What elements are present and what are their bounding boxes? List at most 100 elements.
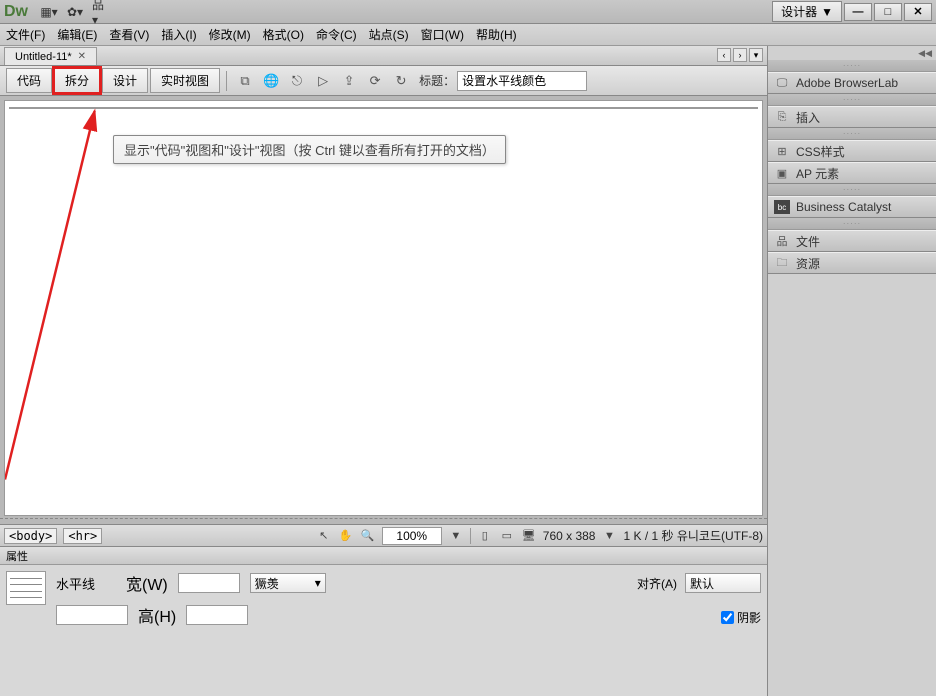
tag-hr[interactable]: <hr> [63, 528, 102, 544]
split-handle[interactable] [0, 518, 767, 522]
panel-label: AP 元素 [796, 165, 839, 182]
css-icon: ⊞ [774, 144, 790, 158]
menu-command[interactable]: 命令(C) [316, 26, 357, 43]
ap-icon: ▣ [774, 166, 790, 180]
bc-icon: bc [774, 200, 790, 214]
dropdown-icon[interactable]: ▼ [448, 528, 464, 544]
pointer-icon[interactable]: ↖ [316, 528, 332, 544]
unit-select[interactable]: 獗羡 ▾ [250, 573, 326, 593]
insert-icon: ⎘ [774, 110, 790, 124]
status-bar: <body> <hr> ↖ ✋ 🔍 ▼ ▯ ▭ 🖥 760 x 388 ▼ 1 … [0, 524, 767, 546]
document-area: Untitled-11* ✕ ‹ › ▾ 代码 拆分 设计 实时视图 ⧉ 🌐 ⎋… [0, 46, 768, 696]
element-type-label: 水平线 [56, 574, 116, 593]
tag-body[interactable]: <body> [4, 528, 57, 544]
panel-files[interactable]: 品 文件 [768, 230, 936, 252]
shadow-label: 阴影 [737, 609, 761, 626]
device-phone-icon[interactable]: ▯ [477, 528, 493, 544]
document-title-input[interactable] [457, 71, 587, 91]
document-tab[interactable]: Untitled-11* ✕ [4, 47, 97, 65]
app-logo: Dw [4, 3, 28, 21]
tooltip: 显示"代码"视图和"设计"视图（按 Ctrl 键以查看所有打开的文档） [113, 135, 506, 164]
main-area: Untitled-11* ✕ ‹ › ▾ 代码 拆分 设计 实时视图 ⧉ 🌐 ⎋… [0, 46, 936, 696]
sync-icon[interactable]: ⟳ [365, 71, 385, 91]
align-label: 对齐(A) [637, 575, 677, 592]
panel-label: Adobe BrowserLab [796, 76, 898, 90]
panel-browserlab[interactable]: 🖵 Adobe BrowserLab [768, 72, 936, 94]
split-view-button[interactable]: 拆分 [54, 68, 100, 93]
app-titlebar: Dw ▦▾ ✿▾ 品▾ 设计器 ▼ — □ ✕ [0, 0, 936, 24]
view-toolbar: 代码 拆分 设计 实时视图 ⧉ 🌐 ⎋ ▷ ⇪ ⟳ ↻ 标题： [0, 66, 767, 96]
panel-ap[interactable]: ▣ AP 元素 [768, 162, 936, 184]
height-input[interactable] [186, 605, 248, 625]
align-select[interactable]: 默认 [685, 573, 761, 593]
panel-insert[interactable]: ⎘ 插入 [768, 106, 936, 128]
menu-bar: 文件(F) 编辑(E) 查看(V) 插入(I) 修改(M) 格式(O) 命令(C… [0, 24, 936, 46]
design-canvas[interactable]: 显示"代码"视图和"设计"视图（按 Ctrl 键以查看所有打开的文档） [4, 100, 763, 516]
hand-icon[interactable]: ✋ [338, 528, 354, 544]
width-label: 宽(W) [126, 571, 168, 595]
files-icon: 品 [774, 234, 790, 248]
workspace-switcher[interactable]: 设计器 ▼ [772, 1, 842, 22]
panel-css[interactable]: ⊞ CSS样式 [768, 140, 936, 162]
size-encoding-text: 1 K / 1 秒 유니코드(UTF-8) [623, 527, 763, 544]
caret-down-icon: ▼ [821, 5, 833, 19]
device-tablet-icon[interactable]: ▭ [499, 528, 515, 544]
maximize-button[interactable]: □ [874, 3, 902, 21]
tab-menu-icon[interactable]: ▾ [749, 48, 763, 62]
menu-site[interactable]: 站点(S) [369, 26, 409, 43]
assets-icon: 🗀 [774, 256, 790, 270]
live-view-button[interactable]: 实时视图 [150, 68, 220, 93]
sitemap-icon[interactable]: 品▾ [92, 3, 110, 21]
layout-icon[interactable]: ▦▾ [40, 3, 58, 21]
shadow-checkbox[interactable] [721, 611, 734, 624]
hr-element-icon [6, 571, 46, 605]
extension-icon[interactable]: ✿▾ [66, 3, 84, 21]
minimize-button[interactable]: — [844, 3, 872, 21]
properties-panel: 属性 水平线 宽(W) 獗羡 ▾ 对齐(A) [0, 546, 767, 696]
panel-label: CSS样式 [796, 143, 845, 160]
menu-window[interactable]: 窗口(W) [421, 26, 464, 43]
globe-icon[interactable]: 🌐 [261, 71, 281, 91]
menu-help[interactable]: 帮助(H) [476, 26, 517, 43]
panel-label: 插入 [796, 109, 820, 126]
workspace-label: 设计器 [781, 3, 817, 20]
id-input[interactable] [56, 605, 128, 625]
height-label: 高(H) [138, 603, 176, 627]
separator [226, 71, 227, 91]
zoom-input[interactable] [382, 527, 442, 545]
code-view-button[interactable]: 代码 [6, 68, 52, 93]
dimensions-text: 760 x 388 [543, 529, 596, 543]
panel-collapse-icon[interactable]: ◀◀ [918, 48, 932, 58]
menu-modify[interactable]: 修改(M) [209, 26, 251, 43]
play-icon[interactable]: ▷ [313, 71, 333, 91]
document-tabbar: Untitled-11* ✕ ‹ › ▾ [0, 46, 767, 66]
unit-label: 獗羡 [255, 575, 279, 592]
menu-file[interactable]: 文件(F) [6, 26, 45, 43]
zoom-icon[interactable]: 🔍 [360, 528, 376, 544]
align-value: 默认 [690, 575, 714, 592]
menu-edit[interactable]: 编辑(E) [57, 26, 97, 43]
dims-caret-icon[interactable]: ▼ [601, 528, 617, 544]
properties-title: 属性 [0, 547, 767, 565]
panel-assets[interactable]: 🗀 资源 [768, 252, 936, 274]
menu-format[interactable]: 格式(O) [263, 26, 304, 43]
panel-bc[interactable]: bc Business Catalyst [768, 196, 936, 218]
design-view-button[interactable]: 设计 [102, 68, 148, 93]
panel-label: Business Catalyst [796, 200, 891, 214]
doc-tab-label: Untitled-11* [15, 51, 72, 63]
menu-insert[interactable]: 插入(I) [161, 26, 196, 43]
menu-view[interactable]: 查看(V) [109, 26, 149, 43]
inspect-icon[interactable]: ⧉ [235, 71, 255, 91]
close-tab-icon[interactable]: ✕ [78, 51, 86, 62]
panel-label: 资源 [796, 255, 820, 272]
tab-next-icon[interactable]: › [733, 48, 747, 62]
title-label: 标题： [419, 72, 455, 89]
browser-icon[interactable]: ⎋ [287, 71, 307, 91]
close-button[interactable]: ✕ [904, 3, 932, 21]
width-input[interactable] [178, 573, 240, 593]
refresh-icon[interactable]: ↻ [391, 71, 411, 91]
device-desktop-icon[interactable]: 🖥 [521, 528, 537, 544]
upload-icon[interactable]: ⇪ [339, 71, 359, 91]
panel-label: 文件 [796, 233, 820, 250]
tab-prev-icon[interactable]: ‹ [717, 48, 731, 62]
